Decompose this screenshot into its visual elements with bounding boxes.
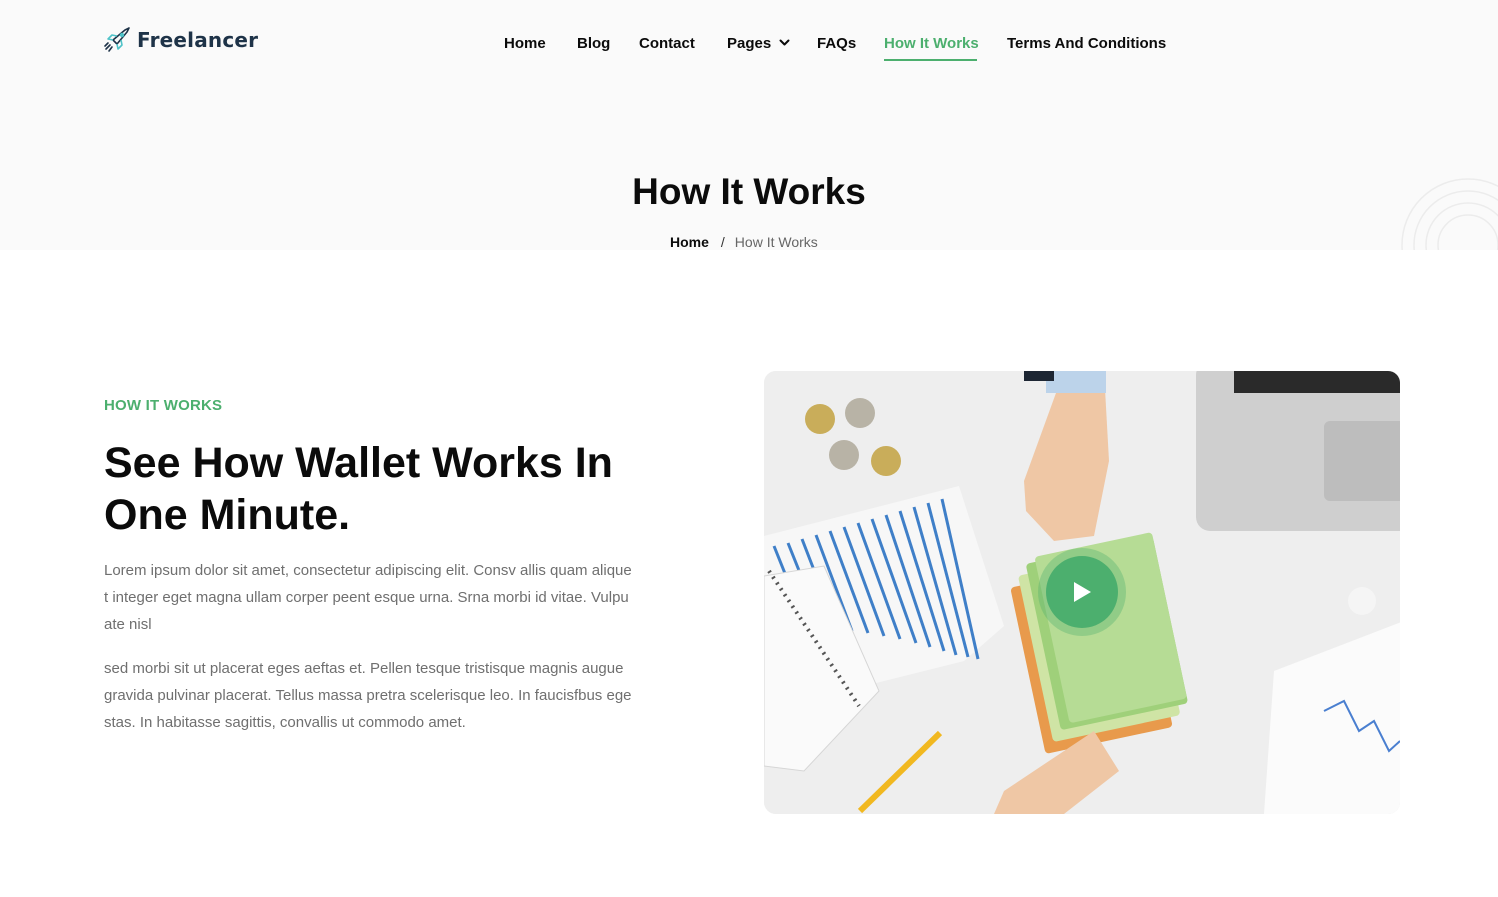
breadcrumb: Home / How It Works: [670, 234, 818, 250]
main-nav: Home Blog Contact Pages FAQs How It Work…: [0, 35, 1498, 65]
nav-faqs[interactable]: FAQs: [817, 35, 856, 52]
breadcrumb-current: How It Works: [734, 234, 818, 250]
nav-contact[interactable]: Contact: [639, 35, 695, 52]
breadcrumb-home[interactable]: Home: [670, 234, 709, 250]
nav-pages[interactable]: Pages: [727, 35, 790, 52]
nav-home[interactable]: Home: [504, 35, 546, 52]
section-paragraph-2: sed morbi sit ut placerat eges aeftas et…: [104, 660, 632, 731]
nav-how-it-works[interactable]: How It Works: [884, 35, 979, 52]
chevron-down-icon: [779, 39, 790, 46]
section-eyebrow: HOW IT WORKS: [104, 397, 223, 414]
nav-terms[interactable]: Terms And Conditions: [1007, 35, 1166, 52]
breadcrumb-separator: /: [720, 234, 725, 250]
section-headline: See How Wallet Works In One Minute.: [104, 439, 613, 539]
play-button[interactable]: [1046, 556, 1118, 628]
section-paragraph-1: Lorem ipsum dolor sit amet, consectetur …: [104, 562, 632, 633]
video-thumbnail[interactable]: [764, 371, 1400, 814]
active-nav-indicator: [884, 59, 977, 61]
nav-blog[interactable]: Blog: [577, 35, 610, 52]
play-icon: [1074, 582, 1091, 602]
page-title: How It Works: [632, 171, 866, 212]
nav-pages-label: Pages: [727, 35, 772, 52]
